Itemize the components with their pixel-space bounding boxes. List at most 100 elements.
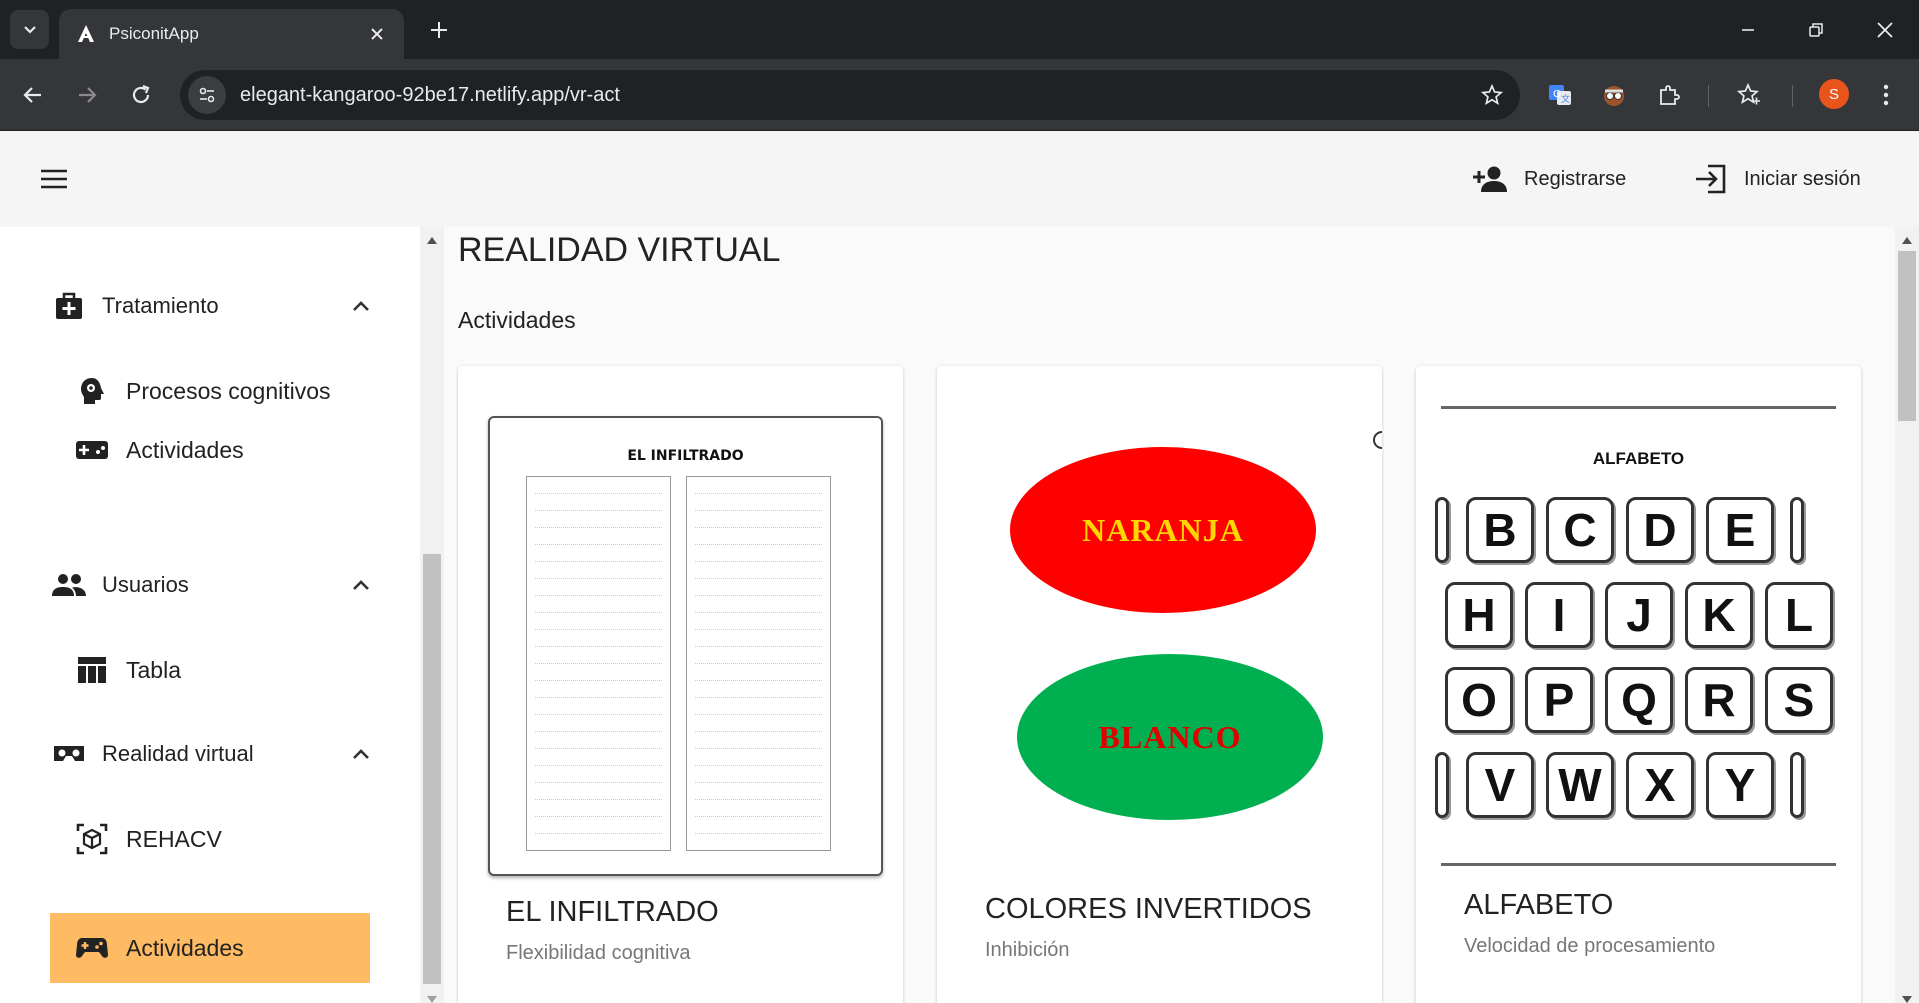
favorites-star-icon[interactable] — [1730, 76, 1768, 114]
word-column — [686, 476, 831, 851]
word-column — [526, 476, 671, 851]
sidebar-item-tabla[interactable]: Tabla — [50, 635, 370, 705]
letter-key: H — [1445, 582, 1513, 648]
sidebar-section-usuarios[interactable]: Usuarios — [50, 560, 380, 610]
sidebar-item-label: Procesos cognitivos — [126, 377, 331, 404]
card-image: NARANJA BLANCO — [962, 406, 1382, 866]
loading-spinner-icon — [1373, 431, 1382, 449]
chevron-up-icon[interactable] — [346, 739, 376, 769]
person-add-icon — [1470, 159, 1510, 199]
main-scrollbar[interactable] — [1895, 227, 1919, 1003]
sidebar-item-actividades-tratamiento[interactable]: Actividades — [50, 415, 370, 485]
activity-card-infiltrado[interactable]: EL INFILTRADO EL INFILTRADO Flexibilidad… — [458, 366, 903, 1003]
browser-tabstrip: PsiconitApp — [0, 0, 1919, 59]
sidebar-section-tratamiento[interactable]: Tratamiento — [50, 281, 380, 331]
activity-card-alfabeto[interactable]: ALFABETO BCDE HIJKL OPQRS VWXY ALFABETO Vel… — [1416, 366, 1861, 1003]
letter-key: K — [1685, 582, 1753, 648]
window-close-button[interactable] — [1865, 10, 1905, 50]
sidebar-item-label: Tabla — [126, 656, 181, 683]
address-bar[interactable]: elegant-kangaroo-92be17.netlify.app/vr-a… — [180, 70, 1520, 120]
forward-button[interactable] — [68, 76, 106, 114]
reload-button[interactable] — [122, 76, 160, 114]
profile-avatar[interactable]: S — [1819, 79, 1849, 109]
minimize-button[interactable] — [1728, 10, 1768, 50]
sidebar-item-rehacv[interactable]: REHACV — [50, 804, 370, 874]
sidebar-section-realidad-virtual[interactable]: Realidad virtual — [50, 729, 380, 779]
register-button[interactable]: Registrarse — [1470, 155, 1626, 203]
card-title: EL INFILTRADO — [506, 896, 719, 928]
main-content: REALIDAD VIRTUAL Actividades EL INFILTRA… — [444, 227, 1895, 1003]
more-vert-icon[interactable] — [1867, 76, 1905, 114]
url-text[interactable]: elegant-kangaroo-92be17.netlify.app/vr-a… — [240, 84, 1472, 107]
card-image: ALFABETO BCDE HIJKL OPQRS VWXY — [1435, 406, 1836, 866]
card-image: EL INFILTRADO — [488, 416, 883, 876]
chevron-down-icon — [23, 25, 36, 34]
letter-key: R — [1685, 667, 1753, 733]
register-label: Registrarse — [1524, 167, 1627, 190]
google-translate-icon[interactable]: G文 — [1541, 76, 1579, 114]
table-icon — [74, 652, 110, 688]
minimize-icon — [1742, 29, 1754, 31]
svg-text:G: G — [1553, 89, 1561, 100]
new-tab-button[interactable] — [424, 15, 454, 45]
partial-key — [1435, 497, 1449, 563]
browser-toolbar: elegant-kangaroo-92be17.netlify.app/vr-a… — [0, 59, 1919, 131]
sidebar-section-label: Usuarios — [102, 572, 189, 597]
letter-key: C — [1546, 497, 1614, 563]
login-label: Iniciar sesión — [1744, 167, 1861, 190]
back-button[interactable] — [14, 76, 52, 114]
scroll-down-arrow-icon[interactable] — [1902, 996, 1912, 1003]
close-icon[interactable] — [366, 23, 388, 45]
tab-title: PsiconitApp — [109, 24, 199, 43]
sidebar: Tratamiento Procesos cognitivos Activida… — [0, 227, 420, 1003]
scroll-up-arrow-icon[interactable] — [427, 237, 437, 244]
login-button[interactable]: Iniciar sesión — [1690, 155, 1861, 203]
sidebar-item-label: Actividades — [126, 436, 244, 463]
letter-key: B — [1466, 497, 1534, 563]
tab-search-button[interactable] — [10, 10, 49, 49]
letter-key: O — [1445, 667, 1513, 733]
sidebar-scrollbar[interactable] — [420, 227, 444, 1003]
arrow-left-icon — [23, 87, 41, 103]
oval-blanco: BLANCO — [1017, 654, 1323, 820]
sidebar-item-actividades-vr[interactable]: Actividades — [50, 913, 370, 983]
gamepad-icon — [74, 930, 110, 966]
browser-tab[interactable]: PsiconitApp — [59, 9, 404, 59]
letter-key: D — [1626, 497, 1694, 563]
chevron-up-icon[interactable] — [346, 291, 376, 321]
sidebar-section-label: Tratamiento — [102, 293, 219, 318]
card-subtitle: Flexibilidad cognitiva — [506, 942, 691, 964]
scroll-down-arrow-icon[interactable] — [427, 996, 437, 1003]
svg-text:文: 文 — [1561, 93, 1570, 105]
alfabeto-image: ALFABETO BCDE HIJKL OPQRS VWXY — [1435, 406, 1836, 866]
sidebar-section-label: Realidad virtual — [102, 741, 254, 766]
scrollbar-thumb[interactable] — [423, 554, 441, 984]
extensions-puzzle-icon[interactable] — [1650, 76, 1688, 114]
card-title: ALFABETO — [1464, 889, 1614, 921]
restore-icon — [1809, 23, 1823, 37]
bookmark-star-icon[interactable] — [1472, 75, 1512, 115]
letter-key: J — [1605, 582, 1673, 648]
incognito-extension-icon[interactable] — [1595, 76, 1633, 114]
restore-button[interactable] — [1796, 10, 1836, 50]
partial-key — [1435, 752, 1449, 818]
letter-key: V — [1466, 752, 1534, 818]
menu-button[interactable] — [32, 157, 76, 201]
letter-key: X — [1626, 752, 1694, 818]
medical-bag-icon — [50, 287, 88, 325]
scrollbar-thumb[interactable] — [1898, 251, 1916, 421]
activity-card-colores-invertidos[interactable]: NARANJA BLANCO COLORES INVERTIDOS Inhibi… — [937, 366, 1382, 1003]
infiltrado-worksheet-image: EL INFILTRADO — [488, 416, 883, 876]
partial-key — [1790, 752, 1804, 818]
site-settings-icon[interactable] — [188, 76, 226, 114]
3d-box-icon — [74, 821, 110, 857]
login-icon — [1690, 159, 1730, 199]
scroll-up-arrow-icon[interactable] — [1902, 237, 1912, 244]
card-subtitle: Inhibición — [985, 939, 1070, 961]
letter-key: P — [1525, 667, 1593, 733]
chevron-up-icon[interactable] — [346, 570, 376, 600]
section-subtitle: Actividades — [458, 307, 576, 333]
card-subtitle: Velocidad de procesamiento — [1464, 935, 1716, 957]
people-icon — [50, 566, 88, 604]
sidebar-item-label: Actividades — [126, 934, 244, 961]
